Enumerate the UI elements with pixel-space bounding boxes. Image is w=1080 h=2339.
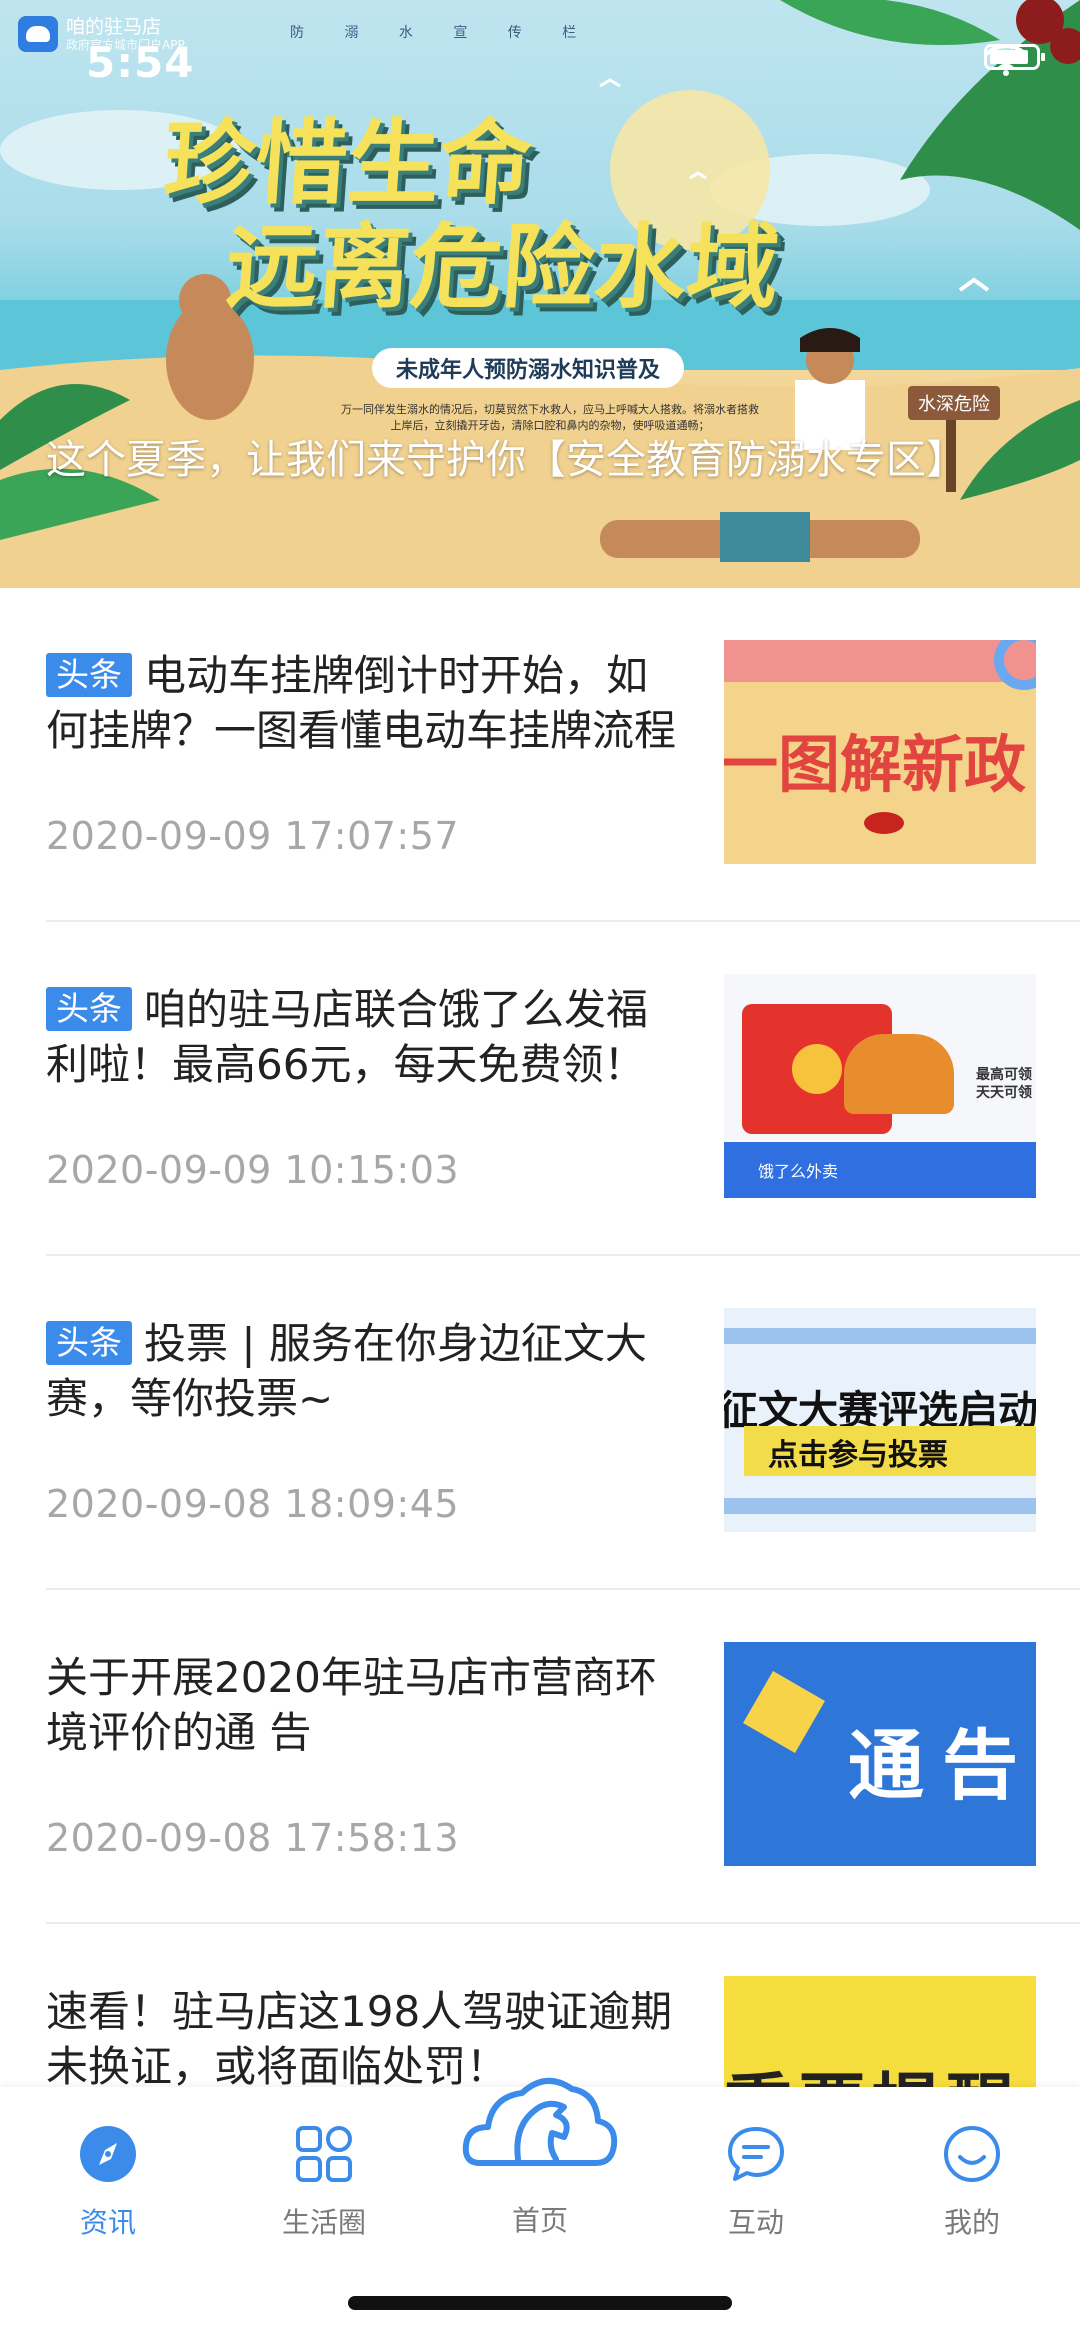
thumb-sub-text: 点击参与投票 <box>768 1438 948 1473</box>
app-logo-icon <box>18 16 58 52</box>
news-thumbnail: 最高可领 天天可领 饿了么外卖 <box>724 974 1036 1198</box>
news-title-text: 投票 | 服务在你身边征文大赛，等你投票~ <box>46 1319 647 1423</box>
news-title-text: 电动车挂牌倒计时开始，如何挂牌？一图看懂电动车挂牌流程 <box>46 651 677 755</box>
news-date: 2020-09-08 18:09:45 <box>46 1482 460 1526</box>
horse-cloud-icon[interactable] <box>460 2067 620 2187</box>
grid-icon <box>296 2126 352 2182</box>
tab-interact[interactable]: 互动 <box>676 2123 836 2263</box>
news-thumbnail: 通告 <box>724 1642 1036 1866</box>
tab-label: 生活圈 <box>281 2206 366 2239</box>
poster-header: 防 溺 水 宣 传 栏 <box>290 25 595 41</box>
home-indicator[interactable] <box>348 2296 732 2310</box>
poster-subtitle: 未成年人预防溺水知识普及 <box>372 348 685 388</box>
news-item[interactable]: 头条 投票 | 服务在你身边征文大赛，等你投票~ 2020-09-08 18:09… <box>0 1256 1080 1590</box>
status-icons <box>984 44 1045 76</box>
tab-mine[interactable]: 我的 <box>892 2123 1052 2263</box>
battery-icon <box>984 44 1045 70</box>
tab-news[interactable]: 资讯 <box>28 2123 188 2263</box>
news-title-text: 咱的驻马店联合饿了么发福利啦！最高66元，每天免费领！ <box>46 985 649 1089</box>
tab-home-label[interactable]: 首页 <box>460 2199 620 2239</box>
app-name: 咱的驻马店 <box>66 16 162 38</box>
news-item[interactable]: 关于开展2020年驻马店市营商环境评价的通 告 2020-09-08 17:58… <box>0 1590 1080 1924</box>
status-time: 5:54 <box>86 38 195 87</box>
news-list: 头条 电动车挂牌倒计时开始，如何挂牌？一图看懂电动车挂牌流程 2020-09-09… <box>0 588 1080 2258</box>
poster-title-line1: 珍惜生命 <box>159 110 536 217</box>
news-item[interactable]: 头条 电动车挂牌倒计时开始，如何挂牌？一图看懂电动车挂牌流程 2020-09-09… <box>0 588 1080 922</box>
tab-label: 资讯 <box>79 2206 136 2239</box>
news-date: 2020-09-08 17:58:13 <box>46 1816 460 1860</box>
thumb-side-text: 最高可领 天天可领 <box>976 1067 1032 1101</box>
compass-icon <box>80 2126 136 2182</box>
news-thumbnail: 征文大赛评选启动 点击参与投票 <box>724 1308 1036 1532</box>
warning-sign: 水深危险 <box>908 386 1000 420</box>
thumb-text: 饿了么外卖 <box>758 1162 839 1181</box>
news-title: 关于开展2020年驻马店市营商环境评价的通 告 <box>46 1650 686 1760</box>
poster-title: 珍惜生命 远离危险水域 <box>153 110 790 321</box>
headline-tag: 头条 <box>46 987 132 1031</box>
banner-caption: 这个夏季，让我们来守护你【安全教育防溺水专区】 <box>46 437 966 483</box>
hero-banner[interactable]: 咱的驻马店 政府官方城市门户APP 5:54 防 溺 水 宣 传 栏 珍惜生命 … <box>0 0 1080 588</box>
poster-note: 万一同伴发生溺水的情况后，切莫贸然下水救人，应马上呼喊大人搭救。将溺水者搭救上岸… <box>341 403 759 432</box>
thumb-text: 通告 <box>848 1721 1036 1810</box>
news-date: 2020-09-09 10:15:03 <box>46 1148 460 1192</box>
news-thumbnail: 一图解新政 <box>724 640 1036 864</box>
headline-tag: 头条 <box>46 1321 132 1365</box>
tab-label: 我的 <box>943 2206 1000 2239</box>
thumb-text: 一图解新政 <box>724 728 1027 801</box>
smile-icon <box>944 2126 1000 2182</box>
headline-tag: 头条 <box>46 653 132 697</box>
poster-title-line2: 远离危险水域 <box>222 214 783 321</box>
chat-icon <box>728 2127 784 2181</box>
news-title: 头条 电动车挂牌倒计时开始，如何挂牌？一图看懂电动车挂牌流程 <box>46 648 686 758</box>
news-item[interactable]: 头条 咱的驻马店联合饿了么发福利啦！最高66元，每天免费领！ 2020-09-09… <box>0 922 1080 1256</box>
news-title-text: 关于开展2020年驻马店市营商环境评价的通 告 <box>46 1653 657 1757</box>
tab-label: 互动 <box>727 2206 784 2239</box>
lightning-icon <box>743 1671 825 1753</box>
news-title: 头条 投票 | 服务在你身边征文大赛，等你投票~ <box>46 1316 686 1426</box>
news-date: 2020-09-09 17:07:57 <box>46 814 460 858</box>
news-title: 头条 咱的驻马店联合饿了么发福利啦！最高66元，每天免费领！ <box>46 982 686 1092</box>
tab-life-circle[interactable]: 生活圈 <box>244 2123 404 2263</box>
